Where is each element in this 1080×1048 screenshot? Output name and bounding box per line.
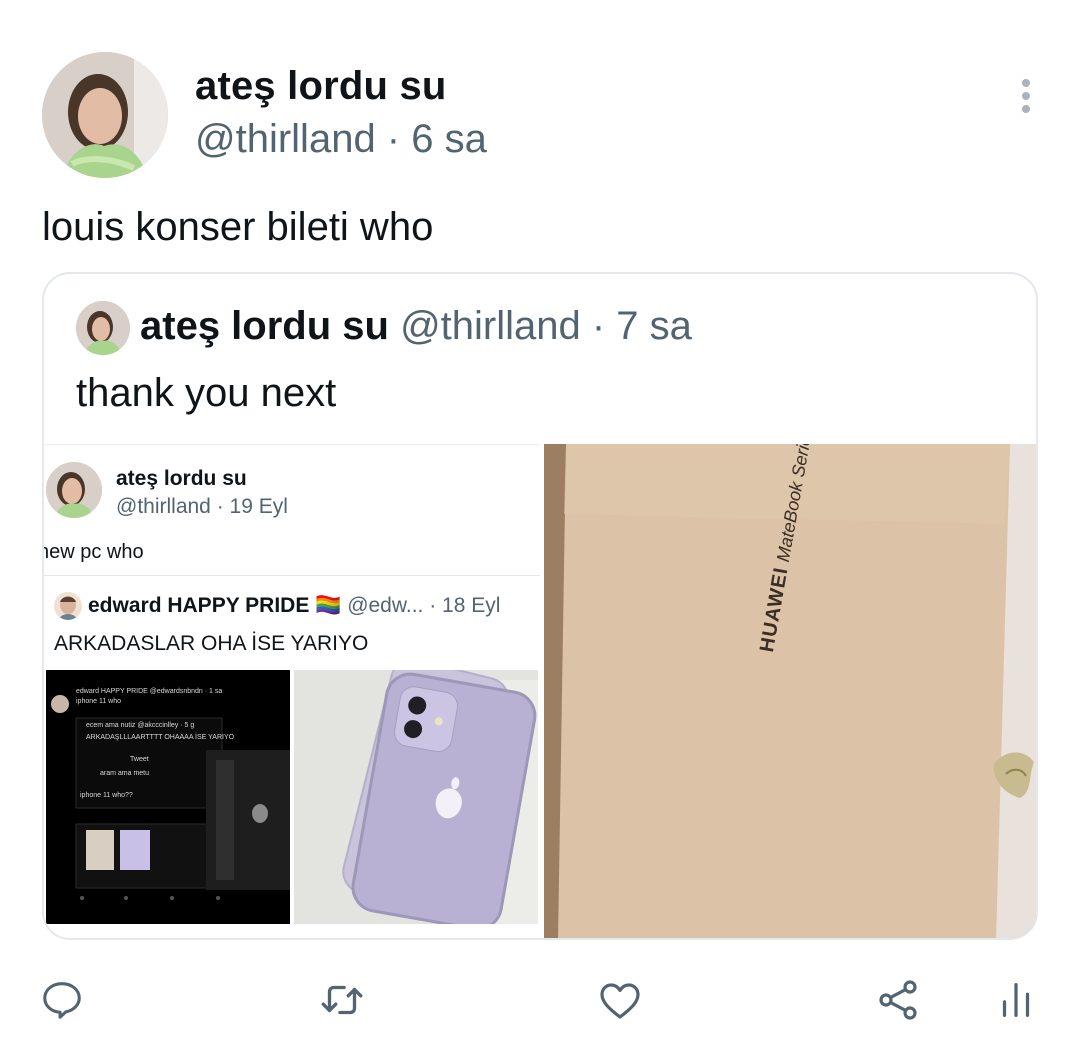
inner-quote-text: ARKADASLAR OHA İSE YARIYO <box>54 632 369 655</box>
quoted-header: ateş lordu su @thirlland · 7 sa <box>140 304 692 349</box>
heart-icon[interactable] <box>590 970 650 1030</box>
dark-shot-line1: aram ama metu <box>100 770 150 777</box>
inner-quote-header: edward HAPPY PRIDE 🏳️‍🌈 @edw... · 18 Eyl <box>88 594 500 618</box>
dark-shot-text1: iphone 11 who <box>76 698 122 705</box>
pride-flag-icon: 🏳️‍🌈 <box>315 594 342 617</box>
more-options-icon[interactable] <box>1012 76 1040 116</box>
author-display-name[interactable]: ateş lordu su <box>195 64 447 109</box>
dark-shot-quote-name: ecem ama nutiz @akcccinlley · 5 g <box>86 722 195 729</box>
author-handle-and-time[interactable]: @thirlland · 6 sa <box>195 117 487 162</box>
inner-quote-display-name: edward HAPPY PRIDE <box>88 594 310 617</box>
dark-shot-tab: Tweet <box>130 756 149 763</box>
share-icon[interactable] <box>868 970 928 1030</box>
screenshot-display-name: ateş lordu su <box>116 467 247 490</box>
screenshot-inner-quote: edward HAPPY PRIDE 🏳️‍🌈 @edw... · 18 Eyl… <box>44 575 540 938</box>
media-image-screenshot[interactable]: ateş lordu su @thirlland · 19 Eyl new pc… <box>44 444 540 938</box>
inner-quote-avatar <box>54 592 82 620</box>
dark-screenshot-image: edward HAPPY PRIDE @edwardsnbndn · 1 sa … <box>46 670 290 924</box>
quoted-tweet-card[interactable]: ateş lordu su @thirlland · 7 sa thank yo… <box>42 272 1038 940</box>
tweet-text: louis konser bileti who <box>42 205 434 249</box>
author-avatar[interactable] <box>42 52 168 178</box>
reply-icon[interactable] <box>32 970 92 1030</box>
screenshot-text: new pc who <box>44 541 144 563</box>
iphone-photo <box>294 670 538 924</box>
quoted-text: thank you next <box>76 371 337 415</box>
screenshot-handle-and-time: @thirlland · 19 Eyl <box>116 495 288 518</box>
screenshot-avatar <box>46 462 102 518</box>
dark-shot-quote-text: ARKADAŞLLLAARTTTT OHAAAA İSE YARIYO <box>86 734 235 741</box>
quoted-author-avatar <box>76 301 130 355</box>
inner-quote-meta: @edw... · 18 Eyl <box>347 594 501 617</box>
media-image-huawei-box[interactable]: HUAWEI MateBook Series <box>544 444 1036 938</box>
tweet-actions-bar <box>0 970 1080 1030</box>
quoted-display-name: ateş lordu su <box>140 304 389 348</box>
quoted-handle-and-time: @thirlland · 7 sa <box>400 304 692 348</box>
dark-shot-line2: iphone 11 who?? <box>80 792 133 799</box>
analytics-icon[interactable] <box>986 970 1046 1030</box>
dark-shot-name-line: edward HAPPY PRIDE @edwardsnbndn · 1 sa <box>76 688 223 695</box>
retweet-icon[interactable] <box>312 970 372 1030</box>
